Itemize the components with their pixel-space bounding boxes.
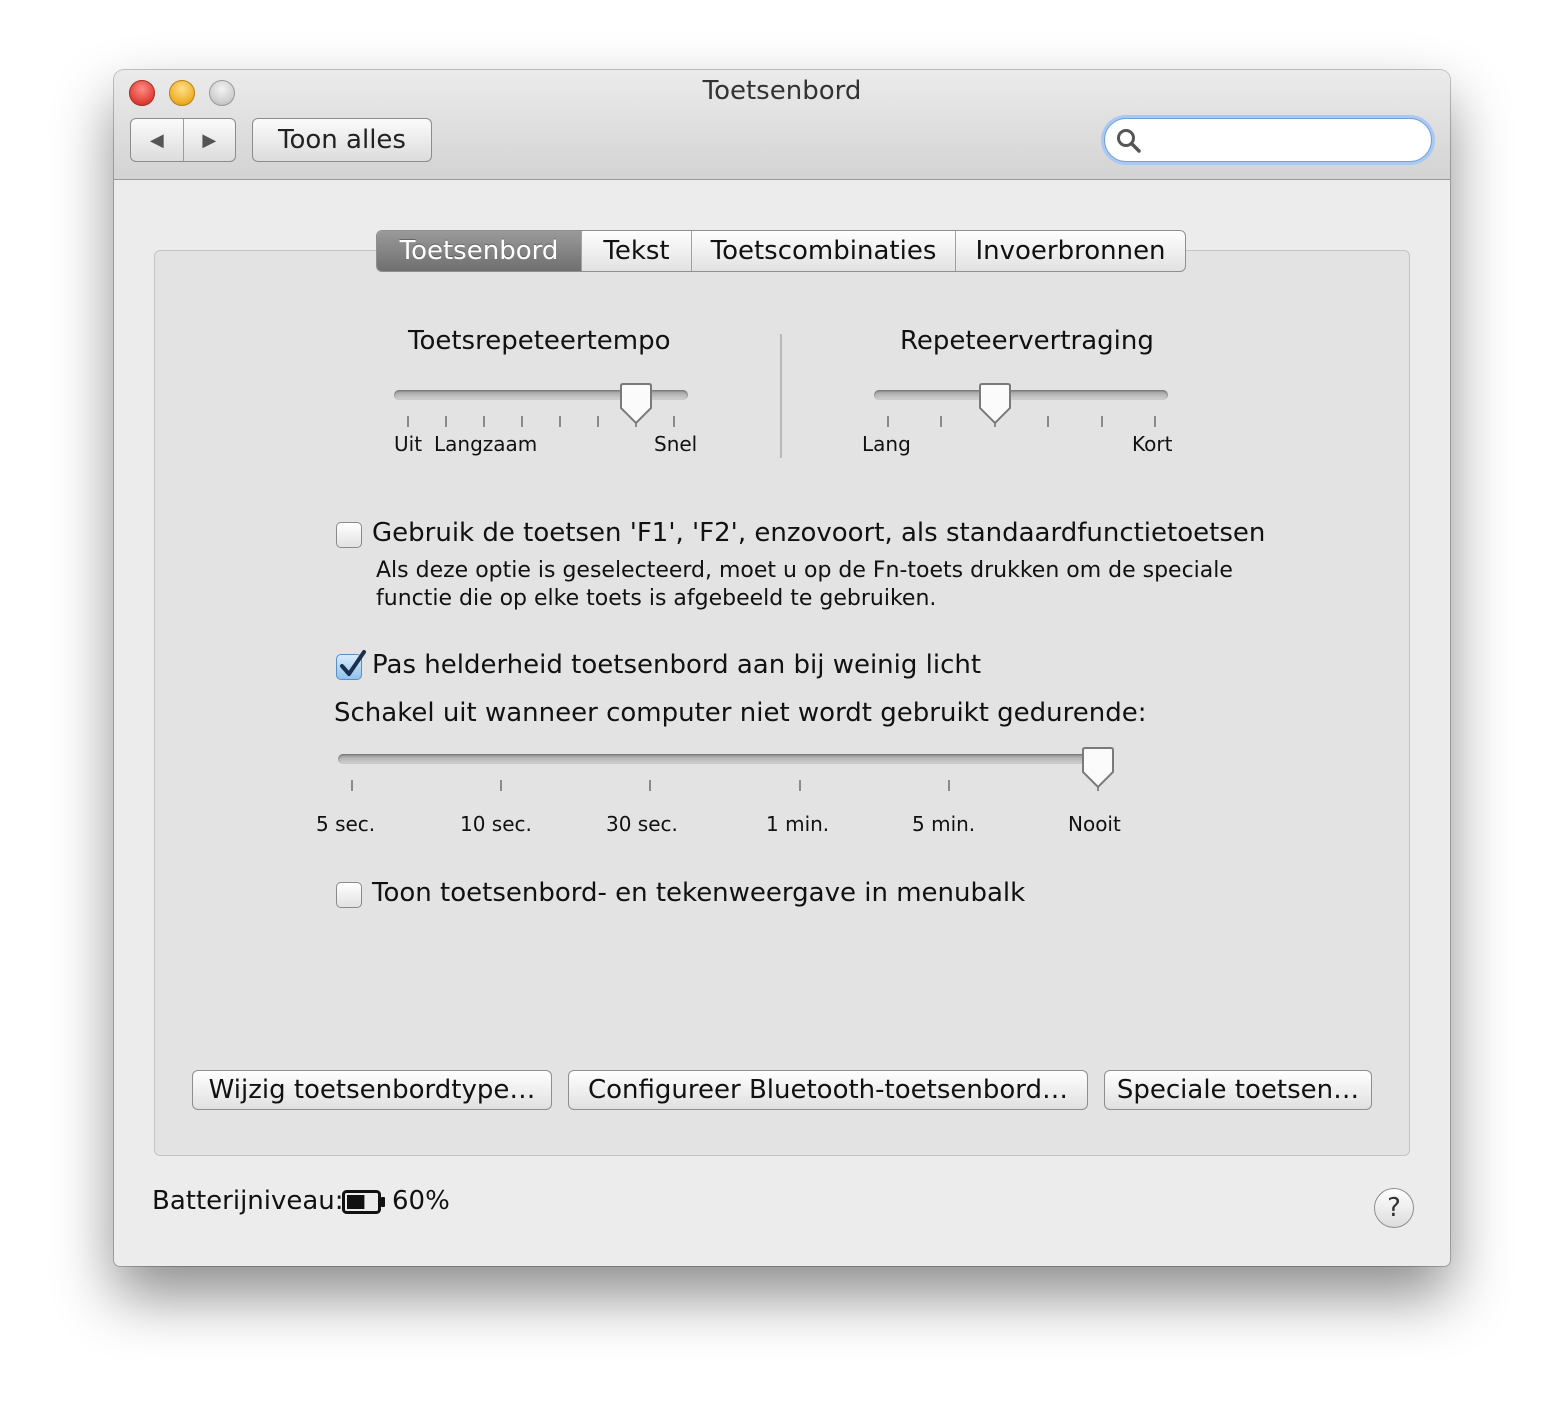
- search-icon: [1117, 129, 1141, 153]
- brightness-label[interactable]: Pas helderheid toetsenbord aan bij weini…: [372, 650, 981, 680]
- menubar-viewer-label[interactable]: Toon toetsenbord- en tekenweergave in me…: [372, 878, 1025, 908]
- battery-level-label: Batterijniveau:: [152, 1186, 344, 1216]
- key-repeat-title: Toetsrepeteertempo: [408, 326, 671, 356]
- search-field[interactable]: [1104, 118, 1432, 162]
- window-title: Toetsenbord: [702, 76, 862, 106]
- navigation-segment: ◀ ▶: [130, 118, 236, 162]
- tab-toetscombinaties[interactable]: Toetscombinaties: [691, 231, 955, 271]
- idle-off-label-5sec: 5 sec.: [316, 812, 376, 836]
- help-icon: ?: [1387, 1193, 1401, 1223]
- brightness-checkbox[interactable]: [336, 650, 366, 680]
- battery-icon: [342, 1190, 385, 1214]
- key-repeat-tick: [597, 416, 599, 427]
- idle-off-label-1min: 1 min.: [766, 812, 830, 836]
- change-keyboard-type-button[interactable]: Wijzig toetsenbordtype…: [192, 1070, 552, 1110]
- key-repeat-label-off: Uit: [394, 432, 423, 456]
- checkmark-icon: [340, 650, 366, 676]
- repeat-delay-tick: [1101, 416, 1103, 427]
- fn-keys-description-line2: functie die op elke toets is afgebeeld t…: [376, 586, 937, 611]
- search-input[interactable]: [1149, 125, 1419, 155]
- idle-off-tick: [948, 780, 950, 791]
- key-repeat-tick: [445, 416, 447, 427]
- idle-off-tick: [799, 780, 801, 791]
- idle-off-tick: [649, 780, 651, 791]
- show-all-button[interactable]: Toon alles: [252, 118, 432, 162]
- key-repeat-label-slow: Langzaam: [434, 432, 538, 456]
- idle-off-label-30sec: 30 sec.: [606, 812, 678, 836]
- titlebar: Toetsenbord ◀ ▶ Toon alles: [114, 70, 1450, 180]
- fn-keys-description-line1: Als deze optie is geselecteerd, moet u o…: [376, 558, 1233, 583]
- battery-fill: [347, 1195, 365, 1209]
- repeat-delay-slider[interactable]: [874, 390, 1168, 400]
- repeat-delay-tick: [1154, 416, 1156, 427]
- repeat-delay-title: Repeteervertraging: [900, 326, 1154, 356]
- key-repeat-tick: [407, 416, 409, 427]
- repeat-delay-tick: [940, 416, 942, 427]
- idle-off-label-10sec: 10 sec.: [460, 812, 532, 836]
- battery-percentage: 60%: [392, 1186, 450, 1216]
- key-repeat-tick: [483, 416, 485, 427]
- repeat-delay-tick: [887, 416, 889, 427]
- key-repeat-label-fast: Snel: [654, 432, 698, 456]
- tab-toetsenbord[interactable]: Toetsenbord: [377, 231, 581, 271]
- idle-off-slider-thumb[interactable]: [1081, 746, 1115, 790]
- back-arrow-icon: ◀: [149, 129, 164, 151]
- idle-off-slider[interactable]: [338, 754, 1114, 764]
- idle-off-tick: [500, 780, 502, 791]
- preferences-window: Toetsenbord ◀ ▶ Toon alles Toetsenbord T…: [114, 70, 1450, 1266]
- idle-off-label-5min: 5 min.: [912, 812, 976, 836]
- help-button[interactable]: ?: [1374, 1188, 1414, 1228]
- forward-button[interactable]: ▶: [182, 119, 236, 161]
- key-repeat-tick: [521, 416, 523, 427]
- menubar-viewer-checkbox[interactable]: [336, 882, 362, 908]
- tab-tekst[interactable]: Tekst: [581, 231, 691, 271]
- key-repeat-tick: [559, 416, 561, 427]
- idle-off-title: Schakel uit wanneer computer niet wordt …: [334, 698, 1147, 728]
- idle-off-tick: [351, 780, 353, 791]
- repeat-delay-tick: [1047, 416, 1049, 427]
- tab-invoerbronnen[interactable]: Invoerbronnen: [955, 231, 1185, 271]
- repeat-delay-label-short: Kort: [1132, 432, 1173, 456]
- fn-keys-checkbox[interactable]: [336, 522, 362, 548]
- fn-keys-label[interactable]: Gebruik de toetsen 'F1', 'F2', enzovoort…: [372, 518, 1265, 548]
- key-repeat-slider-thumb[interactable]: [619, 382, 653, 426]
- repeat-delay-label-long: Lang: [862, 432, 911, 456]
- section-divider: [780, 334, 782, 458]
- tab-bar: Toetsenbord Tekst Toetscombinaties Invoe…: [376, 230, 1186, 272]
- key-repeat-tick: [673, 416, 675, 427]
- forward-arrow-icon: ▶: [202, 129, 217, 151]
- back-button[interactable]: ◀: [131, 119, 183, 161]
- special-keys-button[interactable]: Speciale toetsen…: [1104, 1070, 1372, 1110]
- idle-off-label-never: Nooit: [1068, 812, 1121, 836]
- configure-bluetooth-keyboard-button[interactable]: Configureer Bluetooth-toetsenbord…: [568, 1070, 1088, 1110]
- repeat-delay-slider-thumb[interactable]: [978, 382, 1012, 426]
